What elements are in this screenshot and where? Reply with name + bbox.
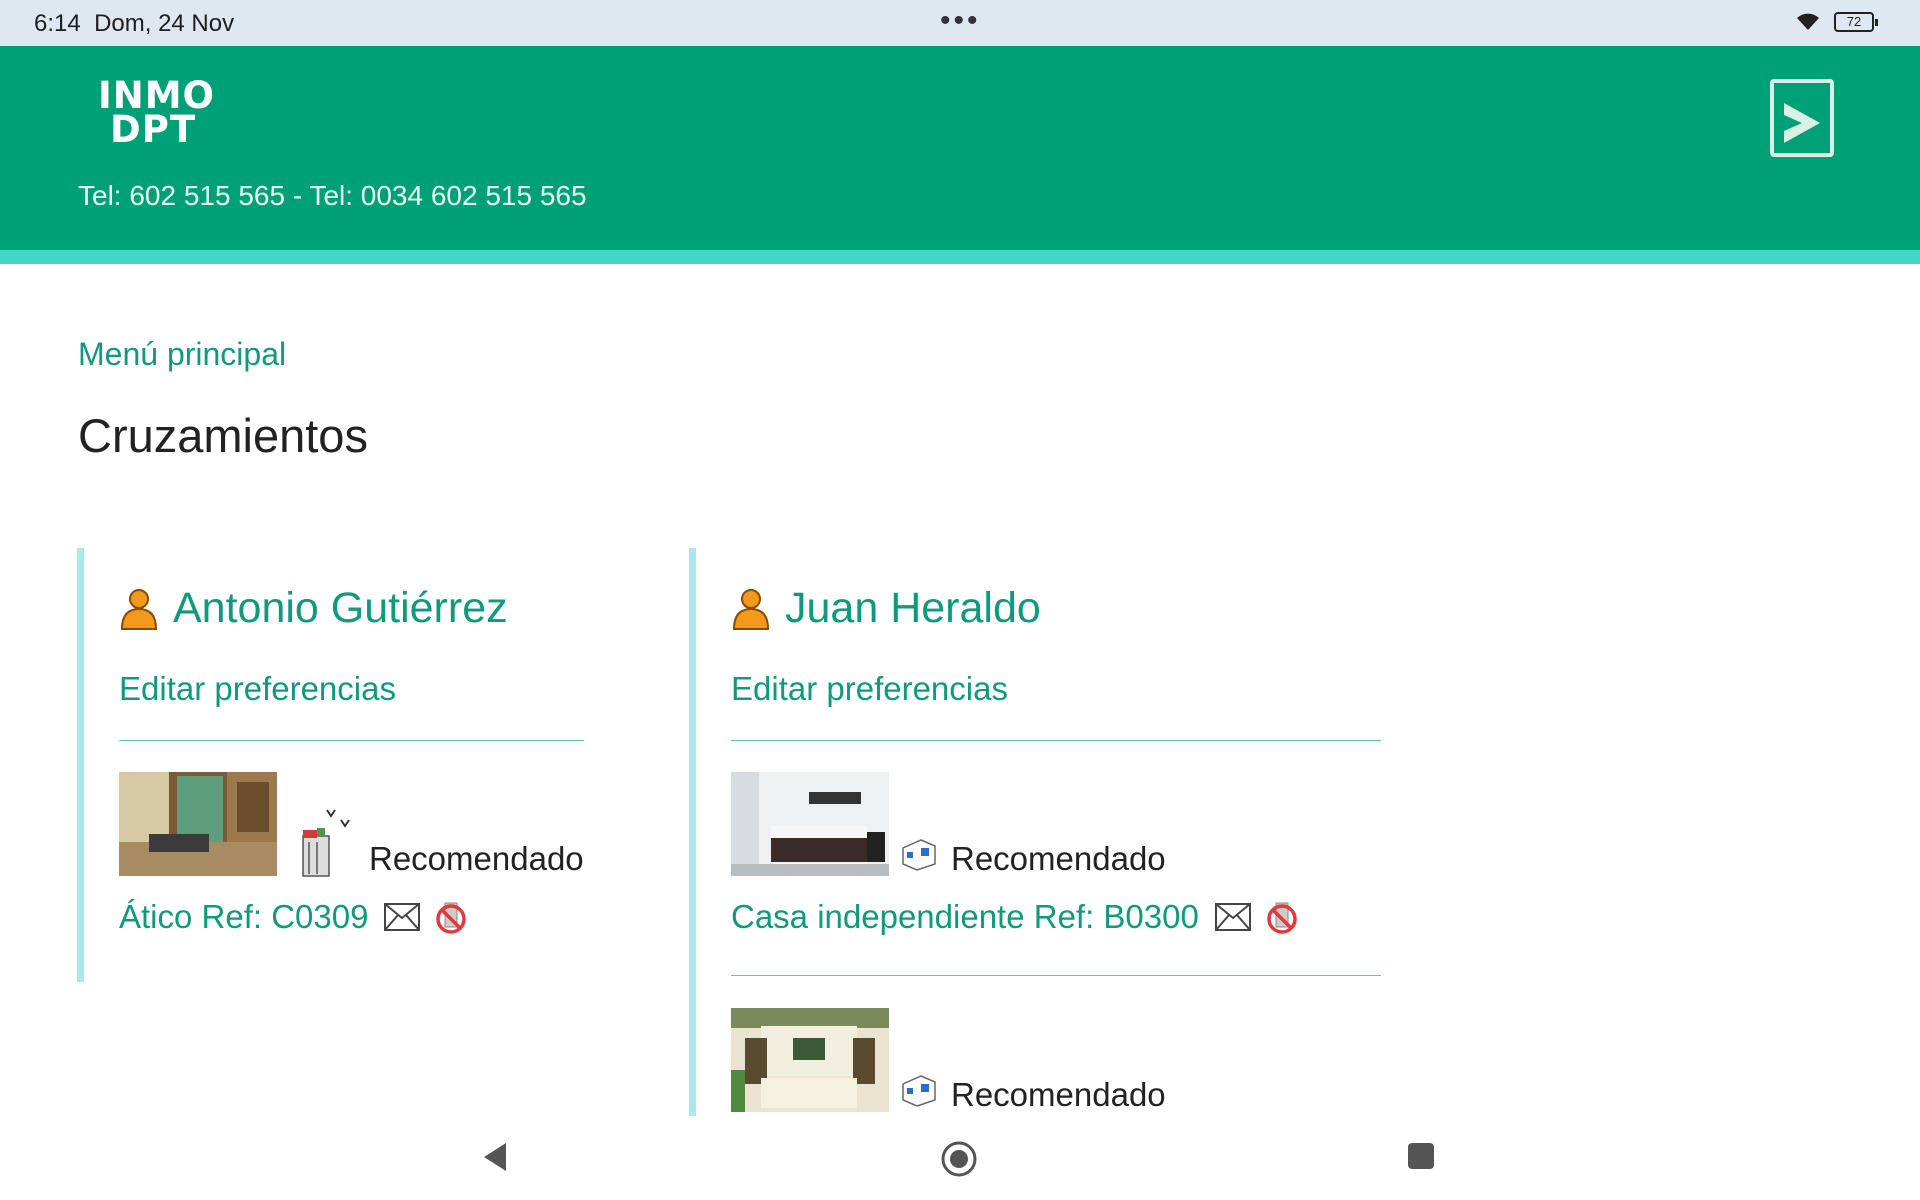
property-photo[interactable] [731,772,889,876]
property-match: Recomendado Casa independiente Ref: B030… [731,772,1351,942]
edit-preferences-link[interactable]: Editar preferencias [119,670,396,708]
divider [731,975,1381,976]
penthouse-icon [302,809,350,877]
house-icon [902,1075,936,1107]
nav-home-button[interactable] [940,1140,978,1181]
property-photo[interactable] [119,772,277,876]
site-header: INMO DPT Tel: 602 515 565 - Tel: 0034 60… [0,46,1920,250]
system-nav-bar [0,1118,1920,1200]
logout-button[interactable] [1770,79,1834,157]
battery-icon: 72 [1834,12,1878,32]
nav-recents-button[interactable] [1405,1140,1437,1175]
client-header: Juan Heraldo [731,584,1041,633]
page-title: Cruzamientos [78,409,368,462]
property-ref-link[interactable]: Ático Ref: C0309 [119,898,368,936]
inmo-dpt-logo[interactable]: INMO DPT [98,77,215,148]
more-dots-icon[interactable]: ••• [940,4,981,38]
mail-icon[interactable] [1214,903,1251,931]
person-icon [732,588,770,630]
divider [731,740,1381,741]
person-icon [120,588,158,630]
divider [119,740,584,741]
client-name[interactable]: Juan Heraldo [785,584,1041,633]
property-ref-row: Ático Ref: C0309 [119,898,468,936]
wifi-icon [1797,13,1819,30]
property-match: Recomendado Ático Ref: C0309 [119,772,589,942]
client-header: Antonio Gutiérrez [119,584,508,633]
client-card: Antonio Gutiérrez Editar preferencias Re… [77,548,617,982]
logout-arrow-icon [1784,103,1820,143]
recents-square-icon [1408,1143,1434,1169]
edit-preferences-link[interactable]: Editar preferencias [731,670,1008,708]
discard-icon[interactable] [434,899,468,935]
house-icon [902,839,936,871]
discard-icon[interactable] [1265,899,1299,935]
header-stripe [0,250,1920,264]
status-time: 6:14 Dom, 24 Nov [34,10,235,37]
client-name[interactable]: Antonio Gutiérrez [173,584,508,633]
breadcrumb-main-menu[interactable]: Menú principal [78,336,286,373]
back-triangle-icon [484,1143,506,1171]
home-circle-icon [941,1141,977,1177]
recommended-status: Recomendado [951,1076,1166,1113]
recommended-status: Recomendado [369,840,584,877]
nav-back-button[interactable] [480,1140,510,1177]
mail-icon[interactable] [384,903,421,931]
property-match: Recomendado [731,1008,1351,1116]
recommended-status: Recomendado [951,840,1166,877]
property-ref-row: Casa independiente Ref: B0300 [731,898,1299,936]
property-photo[interactable] [731,1008,889,1112]
client-card: Juan Heraldo Editar preferencias Recomen… [689,548,1389,1116]
property-ref-link[interactable]: Casa independiente Ref: B0300 [731,898,1199,936]
status-bar: 6:14 Dom, 24 Nov ••• 72 [0,0,1920,46]
contact-phones: Tel: 602 515 565 - Tel: 0034 602 515 565 [78,180,587,211]
